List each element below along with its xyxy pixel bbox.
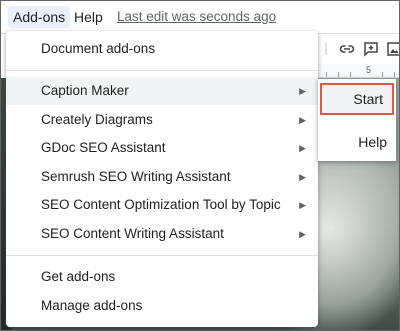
submenu-item-label: Help bbox=[358, 134, 387, 150]
menu-divider bbox=[6, 255, 318, 256]
menu-item-semrush-seo-writing-assistant[interactable]: Semrush SEO Writing Assistant ▶ bbox=[6, 163, 318, 191]
menu-item-get-addons[interactable]: Get add-ons bbox=[6, 263, 318, 291]
ruler-tick bbox=[394, 72, 395, 77]
menu-item-document-addons[interactable]: Document add-ons bbox=[6, 35, 318, 63]
ruler: 5 bbox=[318, 64, 400, 78]
submenu-item-start[interactable]: Start bbox=[320, 83, 394, 115]
ruler-tick bbox=[338, 72, 339, 77]
menu-item-label: Semrush SEO Writing Assistant bbox=[41, 169, 231, 184]
menu-divider bbox=[6, 70, 318, 71]
toolbar bbox=[318, 34, 400, 64]
menu-help[interactable]: Help bbox=[69, 6, 108, 28]
menu-item-label: SEO Content Optimization Tool by Topic bbox=[41, 197, 281, 212]
submenu-arrow-icon: ▶ bbox=[299, 200, 306, 210]
menu-item-gdoc-seo-assistant[interactable]: GDoc SEO Assistant ▶ bbox=[6, 134, 318, 162]
ruler-tick bbox=[382, 72, 383, 77]
addons-dropdown-menu: Document add-ons Caption Maker ▶ Createl… bbox=[6, 31, 318, 327]
menu-addons[interactable]: Add-ons bbox=[8, 6, 71, 28]
insert-image-icon[interactable] bbox=[386, 41, 400, 57]
link-icon[interactable] bbox=[339, 41, 355, 57]
menu-item-seo-content-writing-assistant[interactable]: SEO Content Writing Assistant ▶ bbox=[6, 220, 318, 248]
menu-bar: Add-ons Help Last edit was seconds ago bbox=[0, 0, 400, 34]
insert-comment-icon[interactable] bbox=[363, 41, 379, 57]
submenu-arrow-icon: ▶ bbox=[299, 229, 306, 239]
submenu-item-label: Start bbox=[353, 91, 383, 107]
menu-item-caption-maker[interactable]: Caption Maker ▶ bbox=[6, 77, 318, 105]
menu-item-label: Manage add-ons bbox=[41, 298, 143, 313]
ruler-tick bbox=[326, 72, 327, 77]
menu-item-label: SEO Content Writing Assistant bbox=[41, 226, 224, 241]
ruler-number: 5 bbox=[366, 65, 372, 75]
menu-item-label: Caption Maker bbox=[41, 83, 129, 98]
submenu-arrow-icon: ▶ bbox=[299, 115, 306, 125]
submenu-arrow-icon: ▶ bbox=[299, 172, 306, 182]
menu-item-label: Get add-ons bbox=[41, 269, 116, 284]
submenu-arrow-icon: ▶ bbox=[299, 143, 306, 153]
submenu-item-help[interactable]: Help bbox=[318, 127, 396, 157]
menu-item-label: Document add-ons bbox=[41, 41, 156, 56]
toolbar-divider-icon bbox=[325, 43, 327, 55]
menu-item-manage-addons[interactable]: Manage add-ons bbox=[6, 292, 318, 320]
menu-item-seo-content-optimization-tool[interactable]: SEO Content Optimization Tool by Topic ▶ bbox=[6, 191, 318, 219]
last-edit-link[interactable]: Last edit was seconds ago bbox=[117, 6, 276, 28]
menu-item-label: GDoc SEO Assistant bbox=[41, 140, 166, 155]
menu-item-creately-diagrams[interactable]: Creately Diagrams ▶ bbox=[6, 106, 318, 134]
submenu-arrow-icon: ▶ bbox=[299, 86, 306, 96]
menu-item-label: Creately Diagrams bbox=[41, 112, 153, 127]
ruler-tick bbox=[350, 72, 351, 77]
